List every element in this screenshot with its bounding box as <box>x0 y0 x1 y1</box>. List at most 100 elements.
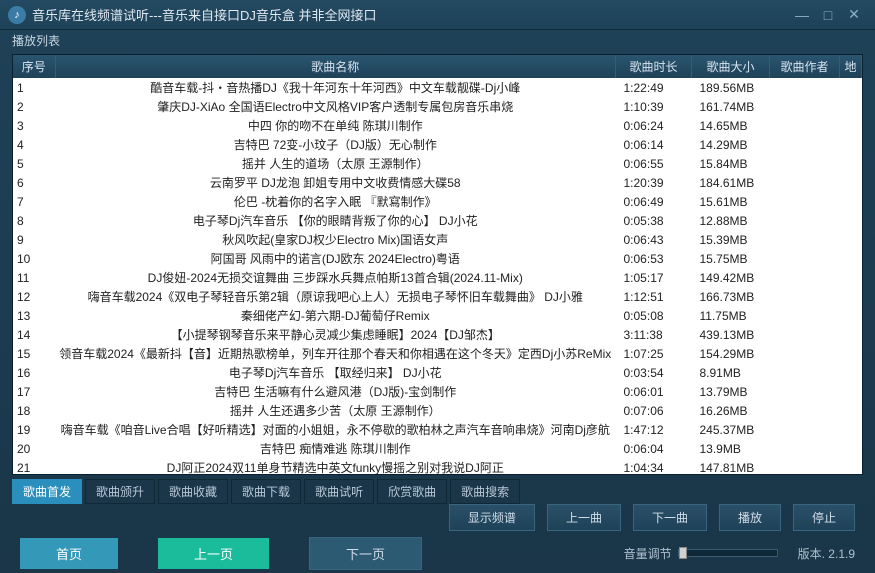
table-row[interactable]: 3中四 你的吻不在单纯 陈琪川制作0:06:2414.65MB <box>13 116 862 135</box>
prev-track-button[interactable]: 上一曲 <box>547 504 621 531</box>
cell-addr <box>840 211 862 230</box>
cell-duration: 1:47:12 <box>616 420 692 439</box>
table-row[interactable]: 6云南罗平 DJ龙泡 卸姐专用中文收费情感大碟581:20:39184.61MB <box>13 173 862 192</box>
cell-addr <box>840 401 862 420</box>
playlist-scroll[interactable]: 序号 歌曲名称 歌曲时长 歌曲大小 歌曲作者 地 1酷音车载-抖・音热播DJ《我… <box>13 55 862 474</box>
cell-index: 15 <box>13 344 55 363</box>
playlist-table-wrap: 序号 歌曲名称 歌曲时长 歌曲大小 歌曲作者 地 1酷音车载-抖・音热播DJ《我… <box>12 54 863 475</box>
cell-duration: 1:22:49 <box>616 78 692 97</box>
table-row[interactable]: 15领音车载2024《最新抖【音】近期热歌榜单，列车开往那个春天和你相遇在这个冬… <box>13 344 862 363</box>
cell-addr <box>840 230 862 249</box>
next-page-button[interactable]: 下一页 <box>309 537 422 570</box>
table-row[interactable]: 9秋风吹起(皇家DJ权少Electro Mix)国语女声0:06:4315.39… <box>13 230 862 249</box>
col-author-header[interactable]: 歌曲作者 <box>770 55 840 78</box>
table-row[interactable]: 17吉特巴 生活嘛有什么避风港（DJ版)-宝剑制作0:06:0113.79MB <box>13 382 862 401</box>
close-button[interactable]: ✕ <box>841 5 867 25</box>
cell-author <box>770 439 840 458</box>
cell-size: 15.61MB <box>692 192 770 211</box>
cell-addr <box>840 135 862 154</box>
cell-addr <box>840 268 862 287</box>
maximize-button[interactable]: □ <box>815 5 841 25</box>
cell-name: 摇并 人生还遇多少苦（太原 王源制作） <box>55 401 616 420</box>
table-row[interactable]: 14【小提琴钢琴音乐来平静心灵减少集虑睡眠】2024【DJ邹杰】3:11:384… <box>13 325 862 344</box>
show-spectrum-button[interactable]: 显示频谱 <box>449 504 535 531</box>
table-row[interactable]: 11DJ俊妞-2024无损交谊舞曲 三步踩水兵舞点帕斯13首合辑(2024.11… <box>13 268 862 287</box>
table-row[interactable]: 20吉特巴 痴情难逃 陈琪川制作0:06:0413.9MB <box>13 439 862 458</box>
playback-controls: 显示频谱 上一曲 下一曲 播放 停止 <box>0 501 875 533</box>
table-row[interactable]: 18摇并 人生还遇多少苦（太原 王源制作）0:07:0616.26MB <box>13 401 862 420</box>
play-button[interactable]: 播放 <box>719 504 781 531</box>
tab-欣赏歌曲[interactable]: 欣赏歌曲 <box>377 479 447 504</box>
table-row[interactable]: 7伦巴 -枕着你的名字入眠 『默寫制作》0:06:4915.61MB <box>13 192 862 211</box>
tab-歌曲收藏[interactable]: 歌曲收藏 <box>158 479 228 504</box>
titlebar: ♪ 音乐库在线频谱试听---音乐来自接口DJ音乐盒 并非全网接口 — □ ✕ <box>0 0 875 30</box>
prev-page-button[interactable]: 上一页 <box>158 538 269 569</box>
cell-index: 21 <box>13 458 55 474</box>
cell-size: 13.9MB <box>692 439 770 458</box>
cell-name: 阿国哥 风雨中的诺言(DJ欧东 2024Electro)粤语 <box>55 249 616 268</box>
table-row[interactable]: 13秦细佬产幻-第六期-DJ葡萄仔Remix0:05:0811.75MB <box>13 306 862 325</box>
cell-size: 13.79MB <box>692 382 770 401</box>
cell-name: 吉特巴 生活嘛有什么避风港（DJ版)-宝剑制作 <box>55 382 616 401</box>
table-row[interactable]: 19嗨音车载《咱音Live合唱【好听精选】对面的小姐姐，永不停歇的歌柏林之声汽车… <box>13 420 862 439</box>
col-addr-header[interactable]: 地 <box>840 55 862 78</box>
col-index-header[interactable]: 序号 <box>13 55 55 78</box>
cell-addr <box>840 154 862 173</box>
cell-size: 11.75MB <box>692 306 770 325</box>
cell-size: 12.88MB <box>692 211 770 230</box>
col-size-header[interactable]: 歌曲大小 <box>692 55 770 78</box>
table-row[interactable]: 1酷音车载-抖・音热播DJ《我十年河东十年河西》中文车载靓碟-Dj小峰1:22:… <box>13 78 862 97</box>
cell-author <box>770 173 840 192</box>
cell-duration: 3:11:38 <box>616 325 692 344</box>
version-label: 版本. 2.1.9 <box>798 545 855 562</box>
minimize-button[interactable]: — <box>789 5 815 25</box>
cell-duration: 0:06:01 <box>616 382 692 401</box>
table-row[interactable]: 12嗨音车载2024《双电子琴轻音乐第2辑（原谅我吧心上人）无损电子琴怀旧车载舞… <box>13 287 862 306</box>
table-row[interactable]: 4吉特巴 72变-小玟子（DJ版）无心制作0:06:1414.29MB <box>13 135 862 154</box>
cell-duration: 0:06:24 <box>616 116 692 135</box>
table-row[interactable]: 5摇并 人生的道场（太原 王源制作）0:06:5515.84MB <box>13 154 862 173</box>
tab-歌曲下载[interactable]: 歌曲下载 <box>231 479 301 504</box>
tab-歌曲试听[interactable]: 歌曲试听 <box>304 479 374 504</box>
cell-author <box>770 97 840 116</box>
col-name-header[interactable]: 歌曲名称 <box>55 55 616 78</box>
cell-size: 14.29MB <box>692 135 770 154</box>
cell-duration: 1:07:25 <box>616 344 692 363</box>
home-page-button[interactable]: 首页 <box>20 538 118 569</box>
cell-index: 6 <box>13 173 55 192</box>
cell-author <box>770 230 840 249</box>
volume-thumb[interactable] <box>679 547 687 559</box>
volume-label: 音量调节 <box>624 545 672 562</box>
cell-size: 161.74MB <box>692 97 770 116</box>
cell-author <box>770 249 840 268</box>
cell-author <box>770 154 840 173</box>
next-track-button[interactable]: 下一曲 <box>633 504 707 531</box>
cell-name: 领音车载2024《最新抖【音】近期热歌榜单，列车开往那个春天和你相遇在这个冬天》… <box>55 344 616 363</box>
cell-size: 166.73MB <box>692 287 770 306</box>
tab-歌曲颁升[interactable]: 歌曲颁升 <box>85 479 155 504</box>
table-row[interactable]: 21DJ阿正2024双11单身节精选中英文funky慢摇之别对我说DJ阿正1:0… <box>13 458 862 474</box>
cell-duration: 0:06:43 <box>616 230 692 249</box>
stop-button[interactable]: 停止 <box>793 504 855 531</box>
cell-size: 245.37MB <box>692 420 770 439</box>
cell-index: 8 <box>13 211 55 230</box>
cell-index: 16 <box>13 363 55 382</box>
cell-name: 伦巴 -枕着你的名字入眠 『默寫制作》 <box>55 192 616 211</box>
cell-index: 2 <box>13 97 55 116</box>
cell-addr <box>840 173 862 192</box>
tab-歌曲搜索[interactable]: 歌曲搜索 <box>450 479 520 504</box>
tab-歌曲首发[interactable]: 歌曲首发 <box>12 479 82 504</box>
cell-addr <box>840 420 862 439</box>
cell-addr <box>840 439 862 458</box>
tabs-row: 歌曲首发歌曲颁升歌曲收藏歌曲下载歌曲试听欣赏歌曲歌曲搜索 <box>0 479 875 501</box>
table-row[interactable]: 2肇庆DJ-XiAo 全国语Electro中文风格VIP客户透制专属包房音乐串烧… <box>13 97 862 116</box>
cell-duration: 0:06:53 <box>616 249 692 268</box>
table-row[interactable]: 16电子琴Dj汽车音乐 【取经归来】 DJ小花0:03:548.91MB <box>13 363 862 382</box>
cell-author <box>770 420 840 439</box>
volume-slider[interactable] <box>678 549 778 557</box>
table-row[interactable]: 10阿国哥 风雨中的诺言(DJ欧东 2024Electro)粤语0:06:531… <box>13 249 862 268</box>
cell-size: 14.65MB <box>692 116 770 135</box>
cell-size: 16.26MB <box>692 401 770 420</box>
col-duration-header[interactable]: 歌曲时长 <box>616 55 692 78</box>
table-row[interactable]: 8电子琴Dj汽车音乐 【你的眼睛背叛了你的心】 DJ小花0:05:3812.88… <box>13 211 862 230</box>
